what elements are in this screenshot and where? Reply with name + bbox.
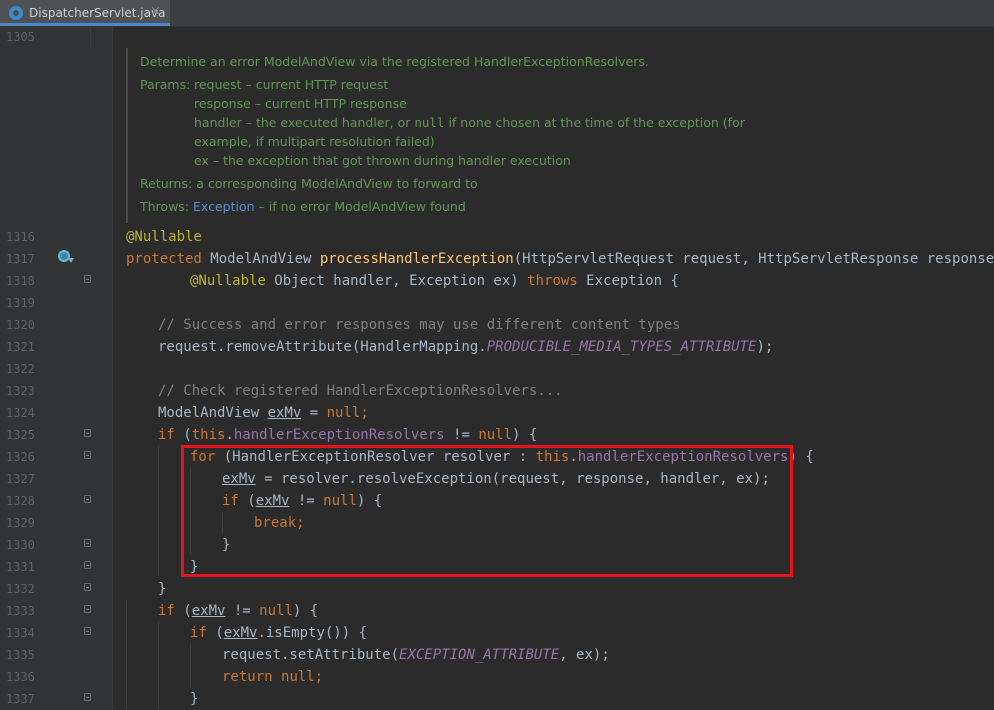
code-line-1336[interactable]: return null; bbox=[222, 666, 323, 688]
highlight-annotation-box bbox=[181, 445, 793, 577]
javadoc-param-handler-cont: example, if multipart resolution failed) bbox=[194, 134, 435, 149]
line-number: 1320 bbox=[6, 318, 35, 332]
indent-guide bbox=[158, 446, 159, 576]
line-number: 1319 bbox=[6, 296, 35, 310]
line-number: 1327 bbox=[6, 472, 35, 486]
close-icon[interactable]: × bbox=[150, 4, 161, 19]
code-line-1332[interactable]: } bbox=[158, 578, 166, 600]
javadoc-throws: Throws: Exception – if no error ModelAnd… bbox=[140, 199, 466, 214]
line-number: 1337 bbox=[6, 692, 35, 706]
javadoc-param-handler: handler – the executed handler, or null … bbox=[194, 115, 745, 130]
line-number: 1305 bbox=[6, 30, 35, 44]
tab-filename: DispatcherServlet.java bbox=[29, 6, 166, 20]
javadoc-returns: Returns: a corresponding ModelAndView to… bbox=[140, 176, 478, 191]
gutter-divider bbox=[112, 26, 113, 710]
code-line-1318[interactable]: @Nullable Object handler, Exception ex) … bbox=[190, 270, 679, 292]
code-line-1317[interactable]: protected ModelAndView processHandlerExc… bbox=[126, 248, 994, 270]
tab-dispatcherservlet-java[interactable]: DispatcherServlet.java × bbox=[0, 0, 170, 26]
javadoc-param-response: response – current HTTP response bbox=[194, 96, 407, 111]
code-line-1335[interactable]: request.setAttribute(EXCEPTION_ATTRIBUTE… bbox=[222, 644, 610, 666]
line-number: 1332 bbox=[6, 582, 35, 596]
line-number: 1316 bbox=[6, 230, 35, 244]
code-line-1333[interactable]: if (exMv != null) { bbox=[158, 600, 318, 622]
line-number: 1336 bbox=[6, 670, 35, 684]
code-line-1334[interactable]: if (exMv.isEmpty()) { bbox=[190, 622, 367, 644]
editor-tab-bar: DispatcherServlet.java × bbox=[0, 0, 994, 27]
fold-toggle-icon[interactable] bbox=[84, 693, 91, 701]
fold-toggle-icon[interactable] bbox=[84, 495, 91, 503]
line-number: 1330 bbox=[6, 538, 35, 552]
line-number: 1324 bbox=[6, 406, 35, 420]
line-number: 1317 bbox=[6, 252, 35, 266]
fold-toggle-icon[interactable] bbox=[84, 451, 91, 459]
fold-toggle-icon[interactable] bbox=[84, 539, 91, 547]
line-number: 1328 bbox=[6, 494, 35, 508]
javadoc-param-request: request – current HTTP request bbox=[194, 77, 389, 92]
code-line-1316[interactable]: @Nullable bbox=[126, 226, 202, 248]
javadoc-param-ex: ex – the exception that got thrown durin… bbox=[194, 153, 571, 168]
code-line-1321[interactable]: request.removeAttribute(HandlerMapping.P… bbox=[158, 336, 773, 358]
line-number: 1321 bbox=[6, 340, 35, 354]
fold-toggle-icon[interactable] bbox=[84, 561, 91, 569]
fold-toggle-icon[interactable] bbox=[84, 627, 91, 635]
javadoc-summary: Determine an error ModelAndView via the … bbox=[140, 54, 649, 69]
line-number: 1335 bbox=[6, 648, 35, 662]
line-number: 1329 bbox=[6, 516, 35, 530]
java-class-icon bbox=[9, 6, 23, 20]
indent-guide bbox=[126, 600, 127, 710]
overrides-arrow-icon bbox=[68, 258, 74, 263]
fold-toggle-icon[interactable] bbox=[84, 605, 91, 613]
code-line-1320[interactable]: // Success and error responses may use d… bbox=[158, 314, 681, 336]
javadoc-null-code: null bbox=[414, 115, 445, 130]
line-number: 1323 bbox=[6, 384, 35, 398]
method-name: processHandlerException bbox=[319, 251, 514, 267]
fold-toggle-icon[interactable] bbox=[84, 583, 91, 591]
code-line-1325[interactable]: if (this.handlerExceptionResolvers != nu… bbox=[158, 424, 537, 446]
line-number: 1331 bbox=[6, 560, 35, 574]
indent-guide bbox=[158, 622, 159, 710]
javadoc-params-label: Params: bbox=[140, 77, 191, 92]
rendered-javadoc[interactable]: Determine an error ModelAndView via the … bbox=[126, 48, 876, 223]
line-number: 1334 bbox=[6, 626, 35, 640]
code-line-1324[interactable]: ModelAndView exMv = null; bbox=[158, 402, 369, 424]
indent-guide bbox=[90, 26, 91, 48]
code-line-1323[interactable]: // Check registered HandlerExceptionReso… bbox=[158, 380, 563, 402]
line-number: 1318 bbox=[6, 274, 35, 288]
line-number: 1333 bbox=[6, 604, 35, 618]
indent-guide bbox=[190, 644, 191, 688]
code-line-1337[interactable]: } bbox=[190, 688, 198, 710]
fold-toggle-icon[interactable] bbox=[84, 275, 91, 283]
line-number: 1326 bbox=[6, 450, 35, 464]
exception-link[interactable]: Exception bbox=[193, 199, 255, 214]
line-number: 1322 bbox=[6, 362, 35, 376]
line-number: 1325 bbox=[6, 428, 35, 442]
fold-toggle-icon[interactable] bbox=[84, 429, 91, 437]
